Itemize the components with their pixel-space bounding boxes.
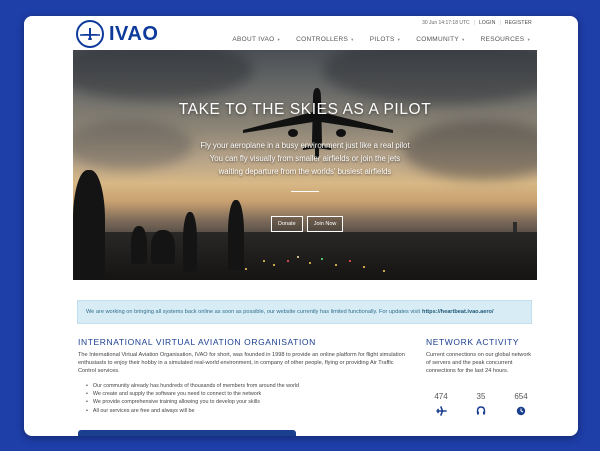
divider: | — [473, 20, 475, 26]
notice-text: We are working on bringing all systems b… — [86, 309, 421, 315]
nav-label: ABOUT IVAO — [232, 36, 275, 43]
network-stats: 474 35 654 — [422, 392, 540, 416]
browser-frame: IVAO 30 Jun 14:17:18 UTC | LOGIN | REGIS… — [24, 16, 578, 436]
login-link[interactable]: LOGIN — [479, 20, 496, 26]
tree — [131, 226, 147, 264]
runway-light — [309, 262, 311, 264]
runway-light — [263, 260, 265, 262]
nav-label: COMMUNITY — [416, 36, 459, 43]
stat-value: 474 — [434, 392, 448, 401]
utc-clock: 30 Jun 14:17:18 UTC — [422, 20, 470, 26]
stat-pilots: 474 — [422, 392, 460, 416]
chevron-down-icon: ▾ — [397, 36, 401, 42]
list-item: All our services are free and always wil… — [86, 407, 299, 415]
hero-title: TAKE TO THE SKIES AS A PILOT — [178, 101, 432, 118]
divider: | — [499, 20, 501, 26]
register-link[interactable]: REGISTER — [505, 20, 532, 26]
tree — [151, 230, 175, 264]
stat-value: 654 — [514, 392, 528, 401]
network-text: Current connections on our global networ… — [426, 352, 532, 375]
about-text: The International Virtual Aviation Organ… — [78, 352, 405, 375]
runway-light — [383, 270, 385, 272]
cloud — [73, 50, 253, 100]
hero-divider — [291, 191, 319, 192]
stat-controllers: 35 — [462, 392, 500, 416]
runway-light — [297, 256, 299, 258]
stat-value: 35 — [476, 392, 486, 401]
chevron-down-icon: ▾ — [462, 36, 465, 42]
hero-line: Fly your aeroplane in a busy environment… — [200, 141, 410, 150]
nav-community[interactable]: COMMUNITY ▾ — [408, 36, 472, 43]
join-now-button[interactable]: Join Now — [306, 216, 344, 232]
plane-icon — [422, 406, 460, 416]
runway-light — [245, 268, 247, 270]
nav-controllers[interactable]: CONTROLLERS ▾ — [288, 36, 362, 43]
nav-label: PILOTS — [369, 36, 395, 43]
maintenance-notice: We are working on bringing all systems b… — [77, 300, 532, 324]
hero-subtitle: Fly your aeroplane in a busy environment… — [73, 139, 537, 178]
chevron-down-icon: ▾ — [527, 36, 530, 42]
network-title: NETWORK ACTIVITY — [426, 337, 520, 347]
stat-peak: 654 — [502, 392, 540, 416]
logo-text: IVAO — [109, 22, 159, 45]
nav-label: RESOURCES — [480, 36, 525, 43]
notice-link[interactable]: https://heartbeat.ivao.aero/ — [422, 309, 494, 315]
top-utility-bar: 30 Jun 14:17:18 UTC | LOGIN | REGISTER — [422, 20, 532, 26]
bottom-cta-bar[interactable] — [78, 430, 296, 436]
hero-banner: TAKE TO THE SKIES AS A PILOT Fly your ae… — [73, 50, 537, 280]
runway-light — [273, 264, 275, 266]
main-nav: ABOUT IVAO ▾ CONTROLLERS ▾ PILOTS ▾ COMMUNI… — [224, 36, 538, 43]
list-item: We create and supply the software you ne… — [86, 390, 299, 398]
runway-light — [287, 260, 289, 262]
tree — [73, 170, 105, 280]
chevron-down-icon: ▾ — [277, 36, 281, 42]
donate-button[interactable]: Donate — [271, 216, 303, 232]
tree — [183, 212, 197, 272]
list-item: Our community already has hundreds of th… — [86, 382, 299, 390]
hero-line: waiting departure from the worlds' busie… — [218, 167, 392, 176]
nav-label: CONTROLLERS — [296, 36, 349, 43]
chevron-down-icon: ▾ — [351, 36, 354, 42]
runway-light — [363, 266, 365, 268]
list-item: We provide comprehensive training allowi… — [86, 398, 299, 406]
hero-line: You can fly visually from smaller airfie… — [209, 154, 401, 163]
clock-icon — [502, 406, 540, 416]
nav-pilots[interactable]: PILOTS ▾ — [362, 36, 408, 43]
site-header: IVAO 30 Jun 14:17:18 UTC | LOGIN | REGIS… — [24, 16, 578, 50]
about-bullets: Our community already has hundreds of th… — [86, 382, 299, 415]
tree — [228, 200, 244, 270]
runway-light — [335, 264, 337, 266]
runway-light — [321, 258, 323, 260]
about-title: INTERNATIONAL VIRTUAL AVIATION ORGANISAT… — [78, 337, 316, 347]
logo-plane-icon — [76, 20, 104, 48]
runway-light — [349, 260, 351, 262]
hero-buttons: Donate Join Now — [271, 216, 344, 232]
headset-icon — [462, 406, 500, 416]
ivao-logo[interactable]: IVAO — [76, 20, 158, 48]
nav-about-ivao[interactable]: ABOUT IVAO ▾ — [224, 36, 288, 43]
nav-resources[interactable]: RESOURCES ▾ — [473, 36, 538, 43]
